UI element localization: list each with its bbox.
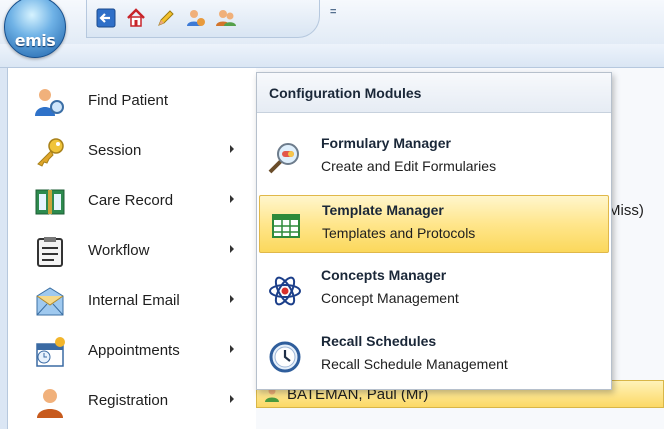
module-description: Create and Edit Formularies (321, 158, 497, 174)
submenu-arrow-icon (230, 395, 234, 403)
users-icon[interactable] (215, 7, 237, 29)
application-orb-button[interactable]: emis (4, 0, 66, 58)
panel-title: Configuration Modules (269, 85, 422, 101)
menu-item-workflow[interactable]: Workflow (8, 226, 256, 276)
menu-item-label: Workflow (88, 242, 150, 259)
menu-item-care-record[interactable]: Care Record (8, 176, 256, 226)
menu-item-label: Appointments (88, 342, 180, 359)
window-frame-left (0, 68, 8, 429)
menu-item-label: Registration (88, 392, 169, 409)
module-title: Concepts Manager (321, 267, 447, 283)
menu-item-session[interactable]: Session (8, 126, 256, 176)
submenu-arrow-icon (230, 245, 234, 253)
application-menu: Find Patient Session Care Record Workflo… (8, 68, 256, 429)
background-patient-title: Miss) (608, 202, 644, 219)
ribbon-strip (0, 44, 664, 68)
menu-item-label: Session (88, 142, 142, 159)
user-switch-icon[interactable] (185, 7, 207, 29)
menu-item-appointments[interactable]: Appointments (8, 326, 256, 376)
magnifier-pill-icon (267, 141, 303, 177)
module-title: Formulary Manager (321, 135, 451, 151)
panel-header: Configuration Modules (257, 73, 611, 113)
email-icon (34, 286, 66, 318)
registration-icon (34, 386, 66, 418)
orb-label: emis (14, 31, 56, 50)
module-concepts-manager[interactable]: Concepts Manager Concept Management (259, 261, 609, 319)
home-icon[interactable] (125, 7, 147, 29)
configuration-modules-panel: Configuration Modules Formulary Manager … (256, 72, 612, 390)
module-description: Concept Management (321, 290, 459, 306)
clock-icon (267, 339, 303, 375)
module-title: Recall Schedules (321, 333, 437, 349)
module-description: Recall Schedule Management (321, 356, 508, 372)
menu-item-registration[interactable]: Registration (8, 376, 256, 426)
template-grid-icon (268, 208, 304, 244)
module-formulary-manager[interactable]: Formulary Manager Create and Edit Formul… (259, 129, 609, 187)
back-icon[interactable] (95, 7, 117, 29)
menu-item-label: Care Record (88, 192, 174, 209)
appointments-icon (34, 336, 66, 368)
find-patient-icon (34, 86, 66, 118)
quick-access-toolbar (86, 0, 320, 38)
menu-item-label: Internal Email (88, 292, 180, 309)
workflow-icon (34, 236, 66, 268)
key-icon (34, 136, 66, 168)
quick-access-dropdown[interactable]: = (330, 6, 336, 18)
menu-item-label: Find Patient (88, 92, 169, 109)
menu-item-find-patient[interactable]: Find Patient (8, 76, 256, 126)
module-title: Template Manager (322, 202, 444, 218)
menu-item-internal-email[interactable]: Internal Email (8, 276, 256, 326)
care-record-icon (34, 186, 66, 218)
module-recall-schedules[interactable]: Recall Schedules Recall Schedule Managem… (259, 327, 609, 385)
module-template-manager[interactable]: Template Manager Templates and Protocols (259, 195, 609, 253)
edit-icon[interactable] (155, 7, 177, 29)
atom-icon (267, 273, 303, 309)
submenu-arrow-icon (230, 195, 234, 203)
submenu-arrow-icon (230, 345, 234, 353)
module-description: Templates and Protocols (322, 225, 476, 241)
submenu-arrow-icon (230, 145, 234, 153)
submenu-arrow-icon (230, 295, 234, 303)
